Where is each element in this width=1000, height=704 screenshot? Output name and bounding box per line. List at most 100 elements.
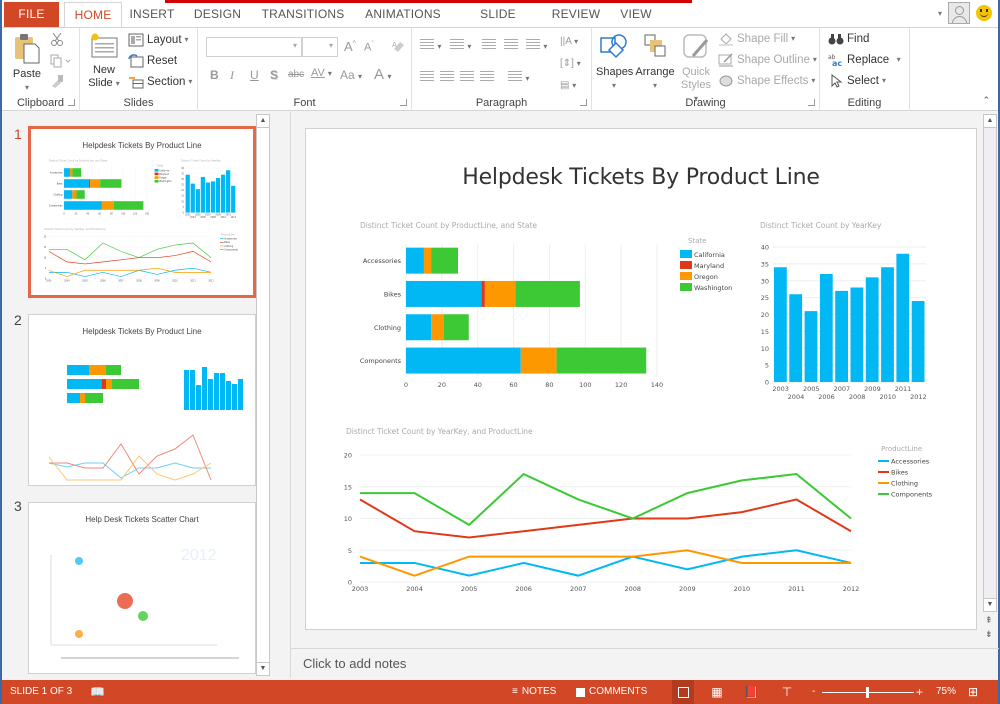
notes-toggle-button[interactable]: ≡ NOTES: [512, 680, 556, 704]
zoom-level[interactable]: 75%: [936, 680, 956, 704]
cut-icon[interactable]: [50, 32, 64, 46]
character-spacing-button[interactable]: AV ▾: [311, 67, 332, 79]
bar-segment-maryland: [481, 280, 485, 307]
justify-button[interactable]: [480, 70, 494, 84]
layout-button[interactable]: Layout ▾: [128, 31, 189, 49]
find-button[interactable]: Find: [828, 30, 869, 48]
comments-toggle-button[interactable]: COMMENTS: [576, 680, 647, 704]
account-dropdown-icon[interactable]: ▾: [938, 9, 942, 18]
bullets-button[interactable]: ▾: [420, 38, 441, 52]
zoom-slider-thumb[interactable]: [866, 686, 869, 698]
line-chart-x-tick: 2008: [625, 585, 642, 593]
copy-icon[interactable]: [50, 54, 72, 68]
zoom-out-button[interactable]: -: [812, 680, 815, 704]
zoom-in-button[interactable]: +: [916, 680, 923, 704]
notes-pane[interactable]: Click to add notes: [291, 648, 999, 678]
editor-scroll-up[interactable]: ▲: [983, 114, 997, 128]
shapes-button[interactable]: Shapes ▾: [596, 32, 633, 92]
zoom-slider[interactable]: [822, 680, 914, 704]
previous-slide-button[interactable]: ⇞: [985, 615, 993, 626]
change-case-button[interactable]: Aa ▾: [340, 68, 362, 82]
editor-scroll-down[interactable]: ▼: [983, 598, 997, 612]
section-button[interactable]: Section ▾: [128, 73, 192, 91]
underline-button[interactable]: U: [250, 68, 259, 82]
tab-review[interactable]: REVIEW: [550, 2, 602, 27]
column-chart-title: Distinct Ticket Count by YearKey: [760, 221, 882, 230]
convert-smartart-button[interactable]: ▤ ▾: [560, 80, 576, 91]
decrease-indent-button[interactable]: [482, 38, 496, 52]
paste-button[interactable]: Paste ▾: [8, 32, 46, 94]
numbering-button[interactable]: ▾: [450, 38, 471, 52]
legend-swatch-california: [680, 250, 692, 258]
normal-view-button[interactable]: [672, 680, 694, 704]
spell-check-icon[interactable]: 📖: [90, 680, 105, 704]
reading-view-button[interactable]: 📕: [740, 680, 762, 704]
column-chart-x-tick: 2008: [210, 216, 216, 219]
tab-home[interactable]: HOME: [64, 2, 122, 28]
decrease-font-size-button[interactable]: Aˇ: [364, 41, 374, 54]
tab-insert[interactable]: INSERT: [126, 2, 178, 27]
tab-slide-show[interactable]: SLIDE SHOW: [460, 2, 536, 45]
scroll-up-button[interactable]: ▲: [256, 114, 270, 128]
increase-indent-button[interactable]: [504, 38, 518, 52]
align-center-button[interactable]: [440, 70, 454, 84]
feedback-smiley-icon[interactable]: [976, 5, 992, 21]
align-text-button[interactable]: [⇕] ▾: [560, 58, 581, 69]
slideshow-view-button[interactable]: ⊤: [776, 680, 798, 704]
fit-slide-button[interactable]: ⊞: [968, 680, 978, 704]
paragraph-group-label: Paragraph: [475, 97, 528, 109]
bar-segment-oregon: [520, 347, 557, 374]
tab-transitions[interactable]: TRANSITIONS: [260, 2, 346, 27]
tab-animations[interactable]: ANIMATIONS: [362, 2, 444, 27]
font-dialog-launcher[interactable]: [400, 99, 407, 106]
text-direction-button[interactable]: ||A ▾: [560, 36, 578, 47]
tab-design[interactable]: DESIGN: [190, 2, 245, 27]
next-slide-button[interactable]: ⇟: [985, 629, 993, 640]
scroll-down-button[interactable]: ▼: [256, 662, 270, 676]
line-spacing-button[interactable]: ▾: [526, 38, 547, 52]
new-slide-button[interactable]: New Slide ▾: [86, 32, 122, 90]
align-left-button[interactable]: [420, 70, 434, 84]
paragraph-dialog-launcher[interactable]: [580, 99, 587, 106]
line-series-clothing: [48, 267, 212, 277]
user-avatar[interactable]: [948, 2, 970, 24]
font-size-combobox[interactable]: ▾: [302, 37, 338, 57]
bold-button[interactable]: B: [210, 68, 219, 82]
bar-segment-oregon: [101, 201, 114, 210]
shape-fill-button[interactable]: Shape Fill ▾: [718, 30, 795, 48]
shape-effects-button[interactable]: Shape Effects ▾: [718, 72, 815, 90]
arrange-button[interactable]: Arrange ▾: [634, 32, 676, 92]
increase-font-size-button[interactable]: A^: [344, 39, 356, 54]
select-button[interactable]: Select ▾: [828, 72, 886, 90]
format-painter-icon[interactable]: [50, 74, 64, 88]
editor-scrollbar[interactable]: ▲ ▼: [983, 114, 997, 612]
collapse-ribbon-icon[interactable]: ⌃: [982, 95, 990, 106]
replace-button[interactable]: ab ac Replace ▾: [828, 51, 901, 69]
thumbnail-slide-1[interactable]: Helpdesk Tickets By Product Line Distinc…: [28, 126, 256, 298]
legend-label-oregon: Oregon: [159, 177, 167, 180]
column-bar-2006: [819, 274, 833, 382]
italic-button[interactable]: I: [230, 68, 234, 83]
tab-file[interactable]: FILE: [4, 2, 59, 27]
bar-chart-x-tick: 40: [474, 381, 482, 389]
thumbnail-slide-2[interactable]: Helpdesk Tickets By Product Line: [28, 314, 256, 486]
thumbnails-scrollbar[interactable]: ▲ ▼: [256, 114, 270, 676]
tab-view[interactable]: VIEW: [616, 2, 656, 27]
current-slide[interactable]: Helpdesk Tickets By Product Line Distinc…: [305, 128, 977, 630]
strikethrough-button[interactable]: abc: [288, 69, 304, 80]
drawing-dialog-launcher[interactable]: [808, 99, 815, 106]
quick-styles-button[interactable]: Quick Styles ▾: [678, 32, 714, 105]
align-right-button[interactable]: [460, 70, 474, 84]
clipboard-dialog-launcher[interactable]: [68, 99, 75, 106]
font-name-combobox[interactable]: ▾: [206, 37, 302, 57]
text-shadow-button[interactable]: S: [270, 68, 278, 82]
thumbnail-slide-3[interactable]: Help Desk Tickets Scatter Chart 2012: [28, 502, 256, 674]
slide-sorter-view-button[interactable]: ▦: [706, 680, 728, 704]
reset-button[interactable]: Reset: [128, 52, 177, 70]
clear-formatting-icon[interactable]: A: [391, 39, 405, 53]
font-color-button[interactable]: A ▾: [374, 66, 391, 83]
bar-chart-x-tick: 20: [438, 381, 446, 389]
column-bar-2009: [865, 277, 879, 382]
shape-outline-button[interactable]: Shape Outline ▾: [718, 51, 817, 69]
columns-button[interactable]: ▾: [508, 70, 529, 84]
